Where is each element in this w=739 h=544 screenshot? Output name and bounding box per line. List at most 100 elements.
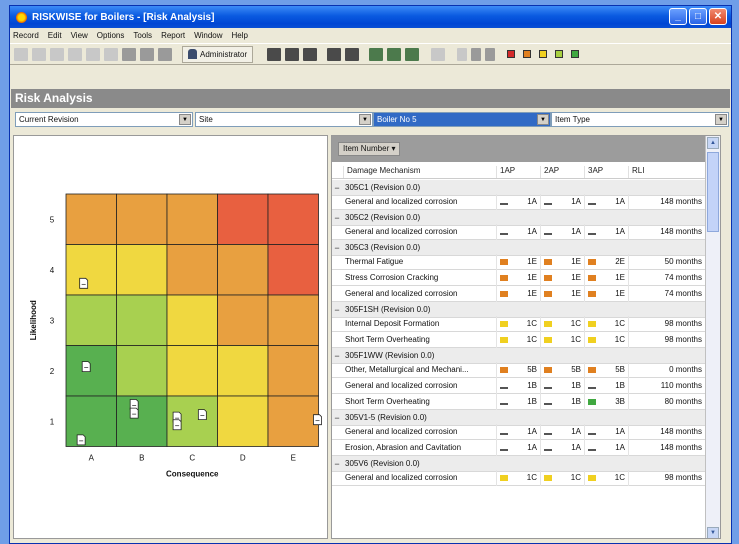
tool-icon-9[interactable] (431, 47, 446, 61)
risk-matrix[interactable]: 5 4 3 2 1 A B C D E Consequence Likelihood (14, 136, 327, 538)
title-bar[interactable]: RISKWISE for Boilers - [Risk Analysis] _… (10, 6, 731, 28)
matrix-cell[interactable] (116, 345, 168, 397)
user-button[interactable]: Administrator (182, 45, 254, 63)
item-marker-icon[interactable] (79, 277, 89, 289)
tool-icon-5[interactable] (345, 47, 360, 61)
scroll-thumb[interactable] (707, 152, 719, 232)
table-row[interactable]: General and localized corrosion 1B 1B 1B 110… (332, 377, 706, 394)
hand-icon[interactable] (471, 47, 482, 61)
matrix-cell[interactable] (217, 345, 269, 397)
scroll-up-icon[interactable]: ▲ (707, 137, 719, 149)
chevron-down-icon[interactable]: ▼ (715, 114, 727, 125)
matrix-cell[interactable] (217, 395, 269, 447)
table-row[interactable]: General and localized corrosion 1A 1A 1A 148… (332, 423, 706, 440)
matrix-cell[interactable] (116, 294, 168, 346)
menu-report[interactable]: Report (161, 31, 185, 40)
table-row[interactable]: Short Term Overheating 1B 1B 3B 80 months (332, 393, 706, 410)
status-orange-icon[interactable] (523, 50, 532, 58)
column-header-rli[interactable]: RLI (629, 166, 706, 178)
paint-icon[interactable] (485, 47, 496, 61)
table-row[interactable]: Short Term Overheating 1C 1C 1C 98 months (332, 331, 706, 348)
table-row[interactable]: Other, Metallurgical and Mechani... 5B 5B 5… (332, 361, 706, 378)
matrix-cell[interactable] (267, 193, 319, 245)
collapse-icon[interactable]: − (332, 243, 342, 253)
site-select[interactable]: Site ▼ (195, 112, 373, 127)
collapse-icon[interactable]: − (332, 351, 342, 361)
column-header-mechanism[interactable]: Damage Mechanism (344, 166, 497, 178)
pointer-icon[interactable] (457, 47, 468, 61)
matrix-cell[interactable] (217, 193, 269, 245)
chevron-down-icon[interactable]: ▼ (359, 114, 371, 125)
revision-select[interactable]: Current Revision ▼ (15, 112, 193, 127)
item-marker-icon[interactable] (76, 434, 86, 446)
table-row[interactable]: General and localized corrosion 1C 1C 1C 98 … (332, 469, 706, 486)
matrix-cell[interactable] (65, 345, 117, 397)
collapse-icon[interactable]: − (332, 459, 342, 469)
minimize-button[interactable]: _ (669, 8, 687, 25)
table-row[interactable]: Thermal Fatigue 1E 1E 2E 50 months (332, 253, 706, 270)
paste-icon[interactable] (122, 47, 136, 61)
column-header-2ap[interactable]: 2AP (541, 166, 585, 178)
tool-icon-1[interactable] (267, 47, 282, 61)
matrix-cell[interactable] (217, 244, 269, 296)
open-icon[interactable] (32, 47, 46, 61)
collapse-icon[interactable]: − (332, 183, 342, 193)
item-type-select[interactable]: Item Type ▼ (551, 112, 729, 127)
menu-window[interactable]: Window (194, 31, 222, 40)
matrix-cell[interactable] (166, 294, 218, 346)
status-yellow-icon[interactable] (539, 50, 548, 58)
chevron-down-icon[interactable]: ▼ (537, 114, 549, 125)
item-marker-icon[interactable] (172, 419, 182, 431)
new-icon[interactable] (14, 47, 28, 61)
item-marker-icon[interactable] (81, 361, 91, 373)
collapse-icon[interactable]: − (332, 305, 342, 315)
table-row[interactable]: Erosion, Abrasion and Cavitation 1A 1A 1A 14… (332, 439, 706, 456)
item-marker-icon[interactable] (313, 414, 322, 426)
scroll-down-icon[interactable]: ▼ (707, 527, 719, 538)
group-by-item-number[interactable]: Item Number ▾ (338, 142, 401, 156)
report-icon[interactable] (140, 47, 154, 61)
menu-view[interactable]: View (71, 31, 88, 40)
menu-options[interactable]: Options (97, 31, 125, 40)
table-row[interactable]: Internal Deposit Formation 1C 1C 1C 98 month… (332, 315, 706, 332)
matrix-cell[interactable] (217, 294, 269, 346)
matrix-cell[interactable] (116, 244, 168, 296)
item-marker-icon[interactable] (129, 407, 139, 419)
preview-icon[interactable] (68, 47, 82, 61)
collapse-icon[interactable]: − (332, 213, 342, 223)
tool-icon-2[interactable] (285, 47, 300, 61)
matrix-cell[interactable] (166, 193, 218, 245)
matrix-cell[interactable] (65, 244, 117, 296)
boiler-select[interactable]: Boiler No 5 ▼ (373, 112, 551, 127)
matrix-cell[interactable] (267, 294, 319, 346)
close-button[interactable]: ✕ (709, 8, 727, 25)
print-icon[interactable] (50, 47, 64, 61)
column-header-3ap[interactable]: 3AP (585, 166, 629, 178)
tool-icon-4[interactable] (327, 47, 342, 61)
status-red-icon[interactable] (507, 50, 516, 58)
tool-icon-8[interactable] (405, 47, 420, 61)
matrix-cell[interactable] (267, 244, 319, 296)
table-row[interactable]: Stress Corrosion Cracking 1E 1E 1E 74 months (332, 269, 706, 286)
matrix-cell[interactable] (116, 193, 168, 245)
copy-icon[interactable] (104, 47, 118, 61)
matrix-cell[interactable] (267, 395, 319, 447)
table-row[interactable]: General and localized corrosion 1E 1E 1E 74 … (332, 285, 706, 302)
matrix-cell[interactable] (166, 345, 218, 397)
vertical-scrollbar[interactable]: ▲ ▼ (705, 136, 720, 538)
menu-help[interactable]: Help (232, 31, 248, 40)
table-row[interactable]: General and localized corrosion 1A 1A 1A 148… (332, 193, 706, 210)
table-row[interactable]: General and localized corrosion 1A 1A 1A 148… (332, 223, 706, 240)
menu-record[interactable]: Record (13, 31, 39, 40)
collapse-icon[interactable]: − (332, 413, 342, 423)
tool-icon-3[interactable] (303, 47, 318, 61)
status-green-icon[interactable] (571, 50, 580, 58)
status-lightgreen-icon[interactable] (555, 50, 564, 58)
matrix-cell[interactable] (65, 193, 117, 245)
chevron-down-icon[interactable]: ▼ (179, 114, 191, 125)
menu-edit[interactable]: Edit (48, 31, 62, 40)
matrix-cell[interactable] (116, 395, 168, 447)
item-marker-icon[interactable] (197, 409, 207, 421)
column-header-1ap[interactable]: 1AP (497, 166, 541, 178)
matrix-cell[interactable] (65, 294, 117, 346)
